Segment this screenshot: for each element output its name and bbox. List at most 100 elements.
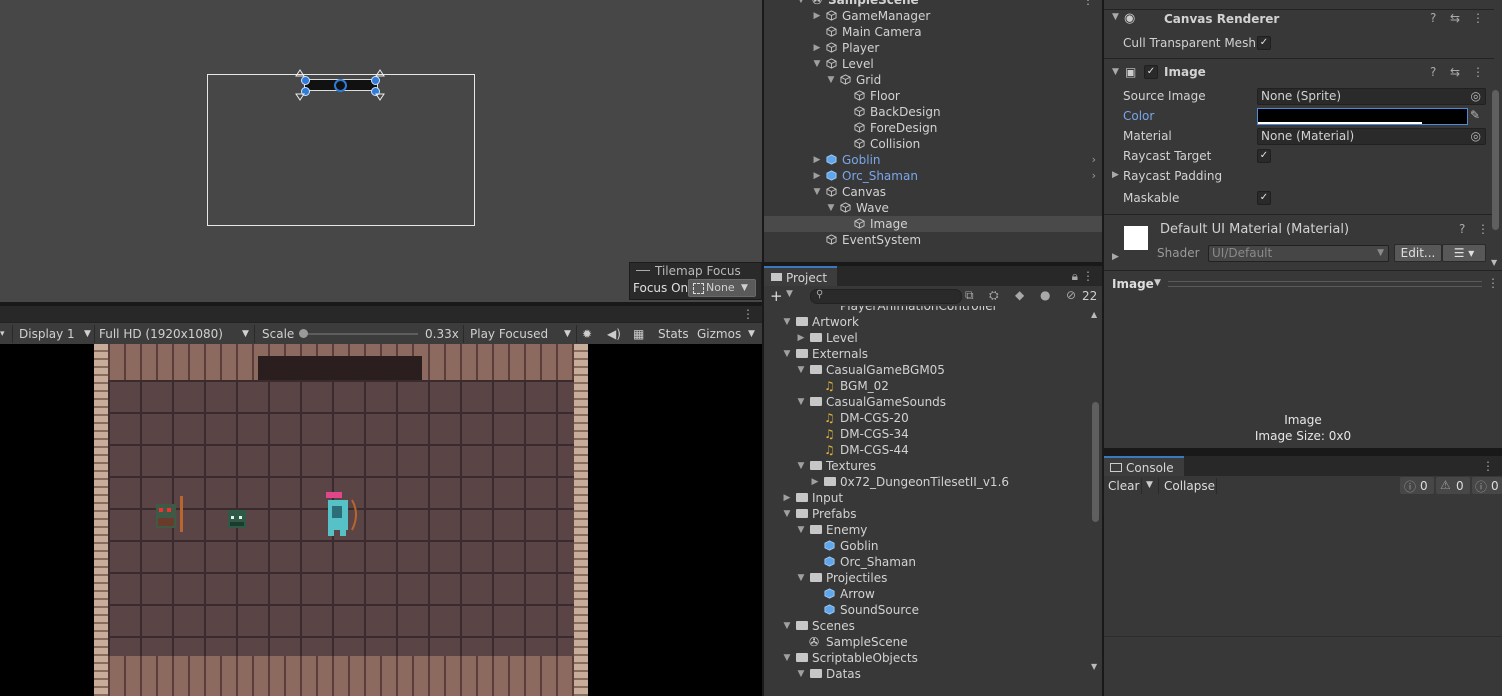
- console-log-list[interactable]: [1104, 496, 1502, 696]
- project-item-dm-cgs-20[interactable]: ♫ DM-CGS-20: [764, 410, 1086, 426]
- console-detail-divider[interactable]: [1104, 636, 1502, 637]
- anchor-arrows-icon[interactable]: [294, 68, 390, 102]
- hierarchy-item-level[interactable]: ▼ Level: [764, 56, 1102, 72]
- play-mode-dropdown[interactable]: Play Focused: [470, 323, 548, 345]
- grid-icon[interactable]: ▦: [633, 323, 644, 345]
- foldout-arrow-icon[interactable]: ▼: [1112, 12, 1119, 22]
- color-field[interactable]: [1257, 108, 1468, 125]
- chevron-down-icon[interactable]: ▼: [1154, 278, 1161, 288]
- project-item-casualgamesounds[interactable]: ▼ CasualGameSounds: [764, 394, 1086, 410]
- warning-filter-toggle[interactable]: ⚠ 0: [1436, 477, 1470, 494]
- kebab-menu-icon[interactable]: ⋮: [1482, 459, 1494, 473]
- filter-by-type-icon[interactable]: ⛭: [989, 288, 999, 303]
- shader-dropdown[interactable]: UI/Default ▼: [1208, 245, 1389, 262]
- project-item-level[interactable]: ▶ Level: [764, 330, 1086, 346]
- focus-on-dropdown[interactable]: None ▼: [688, 279, 756, 297]
- panel-divider[interactable]: [762, 0, 764, 696]
- project-item-orc-shaman[interactable]: Orc_Shaman: [764, 554, 1086, 570]
- project-item-bgm02[interactable]: ♫ BGM_02: [764, 378, 1086, 394]
- project-item-dm-cgs-34[interactable]: ♫ DM-CGS-34: [764, 426, 1086, 442]
- preset-icon[interactable]: ⇆: [1450, 65, 1460, 79]
- material-field[interactable]: None (Material) ◎: [1257, 128, 1486, 145]
- lock-icon[interactable]: 🔒︎: [1072, 269, 1078, 284]
- project-item-datas[interactable]: ▼ Datas: [764, 666, 1086, 682]
- hierarchy-item-eventsystem[interactable]: EventSystem: [764, 232, 1102, 248]
- hierarchy-scene-row[interactable]: ▼ ✇ SampleScene ⋮: [764, 0, 1102, 8]
- bug-icon[interactable]: ✹: [582, 323, 592, 345]
- project-item-soundsource[interactable]: SoundSource: [764, 602, 1086, 618]
- hierarchy-item-wave[interactable]: ▼ Wave: [764, 200, 1102, 216]
- project-item-scriptableobjects[interactable]: ▼ ScriptableObjects: [764, 650, 1086, 666]
- hierarchy-item-canvas[interactable]: ▼ Canvas: [764, 184, 1102, 200]
- clear-button[interactable]: Clear: [1108, 479, 1139, 493]
- info-filter-toggle[interactable]: ⓘ 0: [1400, 477, 1434, 494]
- scale-slider[interactable]: [302, 333, 418, 335]
- search-by-type-icon[interactable]: ⧉: [965, 288, 974, 303]
- scroll-up-icon[interactable]: ▲: [1091, 310, 1097, 319]
- kebab-menu-icon[interactable]: ⋮: [742, 306, 754, 322]
- object-picker-icon[interactable]: ◎: [1471, 89, 1481, 104]
- hierarchy-item-main-camera[interactable]: Main Camera: [764, 24, 1102, 40]
- eyedropper-icon[interactable]: ✎: [1470, 108, 1480, 122]
- project-item-goblin[interactable]: Goblin: [764, 538, 1086, 554]
- chevron-down-icon[interactable]: ▼: [786, 289, 793, 299]
- stats-button[interactable]: Stats: [658, 323, 689, 345]
- hierarchy-item-foredesign[interactable]: ForeDesign: [764, 120, 1102, 136]
- project-item-artwork[interactable]: ▼ Artwork: [764, 314, 1086, 330]
- help-icon[interactable]: ?: [1430, 65, 1436, 79]
- kebab-menu-icon[interactable]: ⋮: [1477, 222, 1489, 236]
- scene-view[interactable]: Tilemap Focus Focus On None ▼: [0, 0, 762, 302]
- source-image-field[interactable]: None (Sprite) ◎: [1257, 88, 1486, 105]
- gizmos-button[interactable]: Gizmos: [697, 323, 741, 345]
- preview-dropdown[interactable]: Image: [1112, 277, 1154, 291]
- error-filter-toggle[interactable]: ⓘ 0: [1472, 477, 1502, 494]
- image-enabled-checkbox[interactable]: ✓: [1144, 65, 1158, 79]
- add-icon[interactable]: +: [770, 287, 783, 305]
- project-item-casualgamebgm05[interactable]: ▼ CasualGameBGM05: [764, 362, 1086, 378]
- hierarchy-item-gamemanager[interactable]: ▶ GameManager: [764, 8, 1102, 24]
- preset-icon[interactable]: ⇆: [1450, 11, 1460, 25]
- project-item-prefabs[interactable]: ▼ Prefabs: [764, 506, 1086, 522]
- project-item-projectiles[interactable]: ▼ Projectiles: [764, 570, 1086, 586]
- foldout-arrow-icon[interactable]: ▶: [1112, 170, 1119, 180]
- help-icon[interactable]: ?: [1459, 222, 1465, 236]
- project-item-dm-cgs-44[interactable]: ♫ DM-CGS-44: [764, 442, 1086, 458]
- cull-transparent-mesh-checkbox[interactable]: ✓: [1257, 36, 1271, 50]
- scroll-down-icon[interactable]: ▼: [1491, 258, 1497, 267]
- kebab-menu-icon[interactable]: ⋮: [1487, 276, 1499, 290]
- help-icon[interactable]: ?: [1430, 11, 1436, 25]
- hidden-packages-icon[interactable]: ⊘: [1066, 288, 1076, 302]
- panel-divider[interactable]: [764, 262, 1102, 266]
- display-dropdown[interactable]: Display 1: [19, 323, 75, 345]
- kebab-menu-icon[interactable]: ⋮: [1082, 0, 1094, 8]
- scrollbar-thumb[interactable]: [1492, 90, 1499, 230]
- project-item-enemy[interactable]: ▼ Enemy: [764, 522, 1086, 538]
- chevron-down-icon[interactable]: ▼: [748, 323, 755, 345]
- collapse-button[interactable]: Collapse: [1164, 479, 1215, 493]
- project-item-dungeon-tileset[interactable]: ▶ 0x72_DungeonTilesetII_v1.6: [764, 474, 1086, 490]
- project-scrollbar[interactable]: ▲ ▼: [1090, 310, 1100, 671]
- tab-console[interactable]: Console: [1104, 456, 1184, 476]
- object-picker-icon[interactable]: ◎: [1471, 129, 1481, 144]
- hierarchy-item-backdesign[interactable]: BackDesign: [764, 104, 1102, 120]
- project-item-scenes[interactable]: ▼ Scenes: [764, 618, 1086, 634]
- inspector-scrollbar[interactable]: ▼: [1490, 0, 1500, 270]
- search-input[interactable]: ⚲: [810, 289, 962, 304]
- project-item-arrow[interactable]: Arrow: [764, 586, 1086, 602]
- hierarchy-item-image[interactable]: Image: [764, 216, 1102, 232]
- raycast-target-checkbox[interactable]: ✓: [1257, 149, 1271, 163]
- kebab-menu-icon[interactable]: ⋮: [1472, 11, 1484, 25]
- project-item-textures[interactable]: ▼ Textures: [764, 458, 1086, 474]
- chevron-down-icon[interactable]: ▼: [1146, 480, 1153, 490]
- chevron-down-icon[interactable]: ▾: [0, 323, 10, 345]
- foldout-arrow-icon[interactable]: ▶: [1112, 252, 1119, 262]
- hierarchy-item-collision[interactable]: Collision: [764, 136, 1102, 152]
- hierarchy-item-grid[interactable]: ▼ Grid: [764, 72, 1102, 88]
- maskable-checkbox[interactable]: ✓: [1257, 191, 1271, 205]
- kebab-menu-icon[interactable]: ⋮: [1082, 269, 1094, 283]
- chevron-right-icon[interactable]: ›: [1092, 152, 1096, 168]
- foldout-arrow-icon[interactable]: ▼: [1112, 67, 1119, 77]
- audio-icon[interactable]: ◀): [607, 323, 621, 345]
- label-icon[interactable]: ◆: [1015, 288, 1024, 302]
- scrollbar-thumb[interactable]: [1092, 402, 1099, 522]
